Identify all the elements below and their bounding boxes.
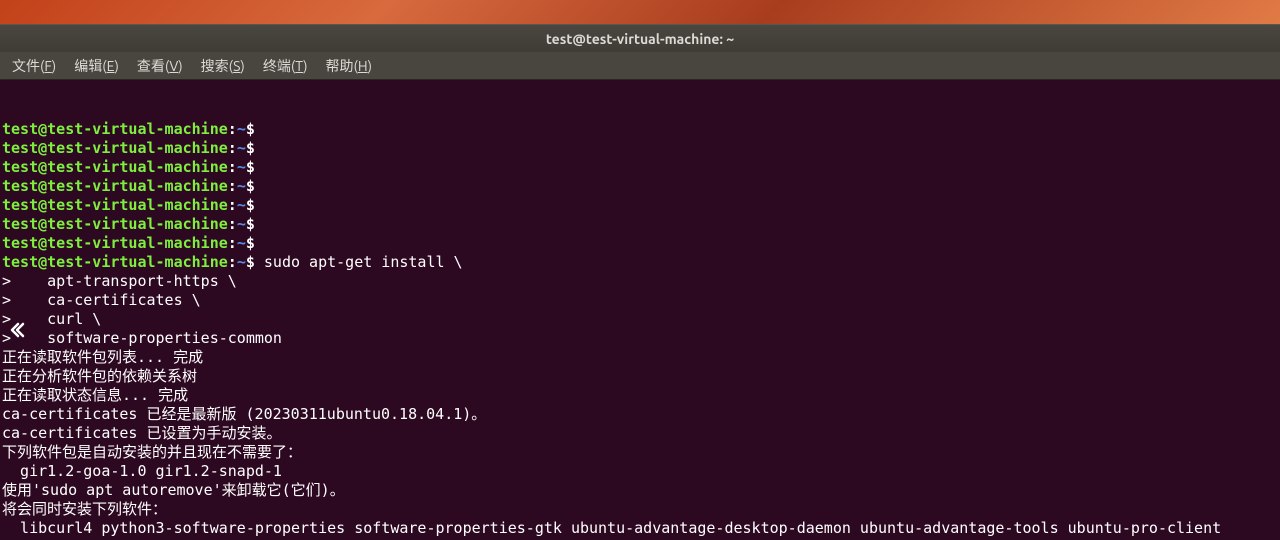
terminal-output-line: libcurl4 python3-software-properties sof… bbox=[2, 519, 1278, 538]
terminal-output-line: 将会同时安装下列软件： bbox=[2, 500, 1278, 519]
terminal-continuation-line: > ca-certificates \ bbox=[2, 291, 1278, 310]
terminal-line: test@test-virtual-machine:~$ bbox=[2, 215, 1278, 234]
terminal-line: test@test-virtual-machine:~$ bbox=[2, 196, 1278, 215]
menu-search[interactable]: 搜索(S) bbox=[193, 52, 253, 80]
terminal-output-line: gir1.2-goa-1.0 gir1.2-snapd-1 bbox=[2, 462, 1278, 481]
back-arrow-icon[interactable] bbox=[6, 316, 34, 344]
terminal-output-line: 下列软件包是自动安装的并且现在不需要了： bbox=[2, 443, 1278, 462]
terminal-line: test@test-virtual-machine:~$ sudo apt-ge… bbox=[2, 253, 1278, 272]
terminal-line: test@test-virtual-machine:~$ bbox=[2, 158, 1278, 177]
window-title: test@test-virtual-machine: ~ bbox=[546, 31, 734, 47]
menu-edit[interactable]: 编辑(E) bbox=[66, 52, 127, 80]
desktop-background bbox=[0, 0, 1280, 24]
terminal-line: test@test-virtual-machine:~$ bbox=[2, 120, 1278, 139]
terminal-line: test@test-virtual-machine:~$ bbox=[2, 177, 1278, 196]
terminal-output-line: 使用'sudo apt autoremove'来卸载它(它们)。 bbox=[2, 481, 1278, 500]
terminal-continuation-line: > apt-transport-https \ bbox=[2, 272, 1278, 291]
terminal-output-line: 正在读取软件包列表... 完成 bbox=[2, 348, 1278, 367]
menu-bar: 文件(F) 编辑(E) 查看(V) 搜索(S) 终端(T) 帮助(H) bbox=[0, 52, 1280, 80]
menu-file[interactable]: 文件(F) bbox=[4, 52, 64, 80]
terminal-output-line: ca-certificates 已设置为手动安装。 bbox=[2, 424, 1278, 443]
terminal-line: test@test-virtual-machine:~$ bbox=[2, 139, 1278, 158]
terminal-area[interactable]: test@test-virtual-machine:~$ test@test-v… bbox=[0, 80, 1280, 540]
window-title-bar[interactable]: test@test-virtual-machine: ~ bbox=[0, 24, 1280, 52]
terminal-output-line: 正在分析软件包的依赖关系树 bbox=[2, 367, 1278, 386]
terminal-output-line: ca-certificates 已经是最新版 (20230311ubuntu0.… bbox=[2, 405, 1278, 424]
menu-terminal[interactable]: 终端(T) bbox=[255, 52, 316, 80]
terminal-line: test@test-virtual-machine:~$ bbox=[2, 234, 1278, 253]
menu-view[interactable]: 查看(V) bbox=[129, 52, 191, 80]
terminal-continuation-line: > software-properties-common bbox=[2, 329, 1278, 348]
terminal-output-line: 正在读取状态信息... 完成 bbox=[2, 386, 1278, 405]
menu-help[interactable]: 帮助(H) bbox=[317, 52, 380, 80]
terminal-continuation-line: > curl \ bbox=[2, 310, 1278, 329]
